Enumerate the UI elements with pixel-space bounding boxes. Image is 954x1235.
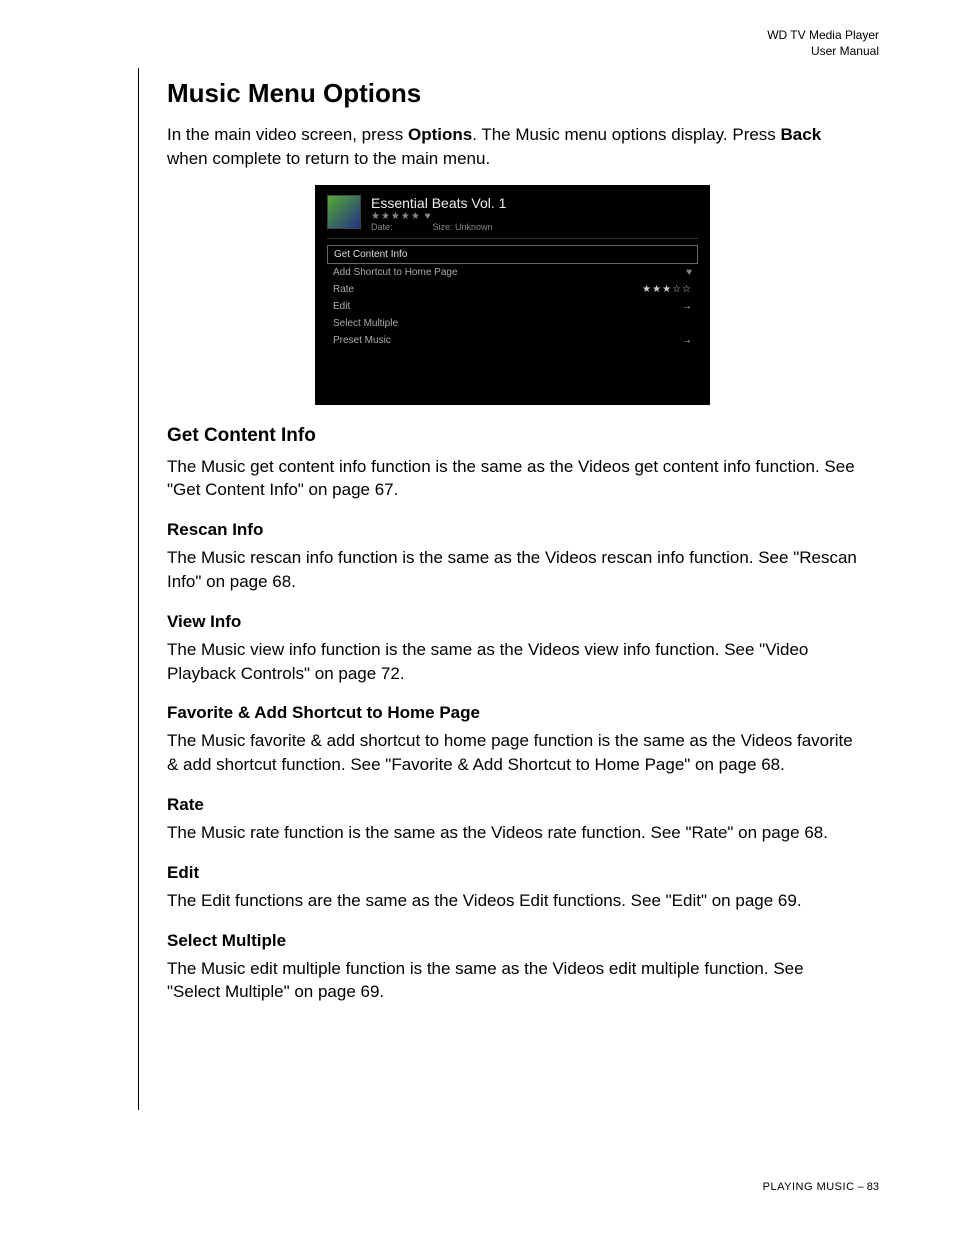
footer-separator: – (855, 1181, 867, 1193)
intro-text-3: when complete to return to the main menu… (167, 149, 490, 168)
screenshot-header: Essential Beats Vol. 1 ★★★★★ ♥ Date: Siz… (327, 195, 698, 239)
album-title: Essential Beats Vol. 1 (371, 195, 506, 211)
rate-stars-icon: ★★★☆☆ (642, 284, 692, 295)
body-rate: The Music rate function is the same as t… (167, 821, 858, 845)
menu-label: Edit (333, 301, 350, 312)
heart-icon: ♥ (686, 267, 692, 278)
device-screenshot: Essential Beats Vol. 1 ★★★★★ ♥ Date: Siz… (315, 185, 710, 405)
screenshot-header-text: Essential Beats Vol. 1 ★★★★★ ♥ Date: Siz… (371, 195, 506, 232)
intro-text-2: . The Music menu options display. Press (472, 125, 780, 144)
menu-row-rate: Rate ★★★☆☆ (327, 281, 698, 298)
heading-get-content-info: Get Content Info (167, 425, 858, 447)
footer: PLAYING MUSIC – 83 (763, 1181, 879, 1193)
menu-row-edit: Edit → (327, 298, 698, 315)
intro-text-1: In the main video screen, press (167, 125, 408, 144)
body-rescan-info: The Music rescan info function is the sa… (167, 546, 858, 594)
size-label: Size: Unknown (433, 222, 493, 232)
footer-page-number: 83 (867, 1181, 879, 1193)
menu-label: Add Shortcut to Home Page (333, 267, 458, 278)
body-favorite: The Music favorite & add shortcut to hom… (167, 729, 858, 777)
menu-label: Select Multiple (333, 318, 398, 329)
arrow-right-icon: → (682, 335, 692, 346)
menu-row-preset-music: Preset Music → (327, 332, 698, 349)
album-art-icon (327, 195, 361, 229)
intro-strong-options: Options (408, 125, 472, 144)
header-product: WD TV Media Player (767, 28, 879, 44)
menu-row-get-content-info: Get Content Info (327, 245, 698, 264)
heading-rescan-info: Rescan Info (167, 520, 858, 540)
header-right: WD TV Media Player User Manual (767, 28, 879, 59)
menu-label: Preset Music (333, 335, 391, 346)
menu-row-add-shortcut: Add Shortcut to Home Page ♥ (327, 264, 698, 281)
heading-view-info: View Info (167, 612, 858, 632)
body-get-content-info: The Music get content info function is t… (167, 455, 858, 503)
heading-edit: Edit (167, 863, 858, 883)
body-view-info: The Music view info function is the same… (167, 638, 858, 686)
intro-paragraph: In the main video screen, press Options.… (167, 123, 858, 171)
heading-rate: Rate (167, 795, 858, 815)
menu-row-select-multiple: Select Multiple (327, 315, 698, 332)
header-doc-type: User Manual (767, 44, 879, 60)
header-stars: ★★★★★ ♥ (371, 211, 506, 222)
date-label: Date: (371, 222, 393, 232)
body-select-multiple: The Music edit multiple function is the … (167, 957, 858, 1005)
header-meta: Date: Size: Unknown (371, 222, 506, 232)
heading-favorite: Favorite & Add Shortcut to Home Page (167, 703, 858, 723)
content-column: Music Menu Options In the main video scr… (138, 68, 858, 1110)
body-edit: The Edit functions are the same as the V… (167, 889, 858, 913)
page-title: Music Menu Options (167, 78, 858, 109)
menu-label: Get Content Info (334, 249, 407, 260)
footer-section: PLAYING MUSIC (763, 1181, 855, 1193)
menu-label: Rate (333, 284, 354, 295)
arrow-right-icon: → (682, 301, 692, 312)
intro-strong-back: Back (781, 125, 822, 144)
heading-select-multiple: Select Multiple (167, 931, 858, 951)
